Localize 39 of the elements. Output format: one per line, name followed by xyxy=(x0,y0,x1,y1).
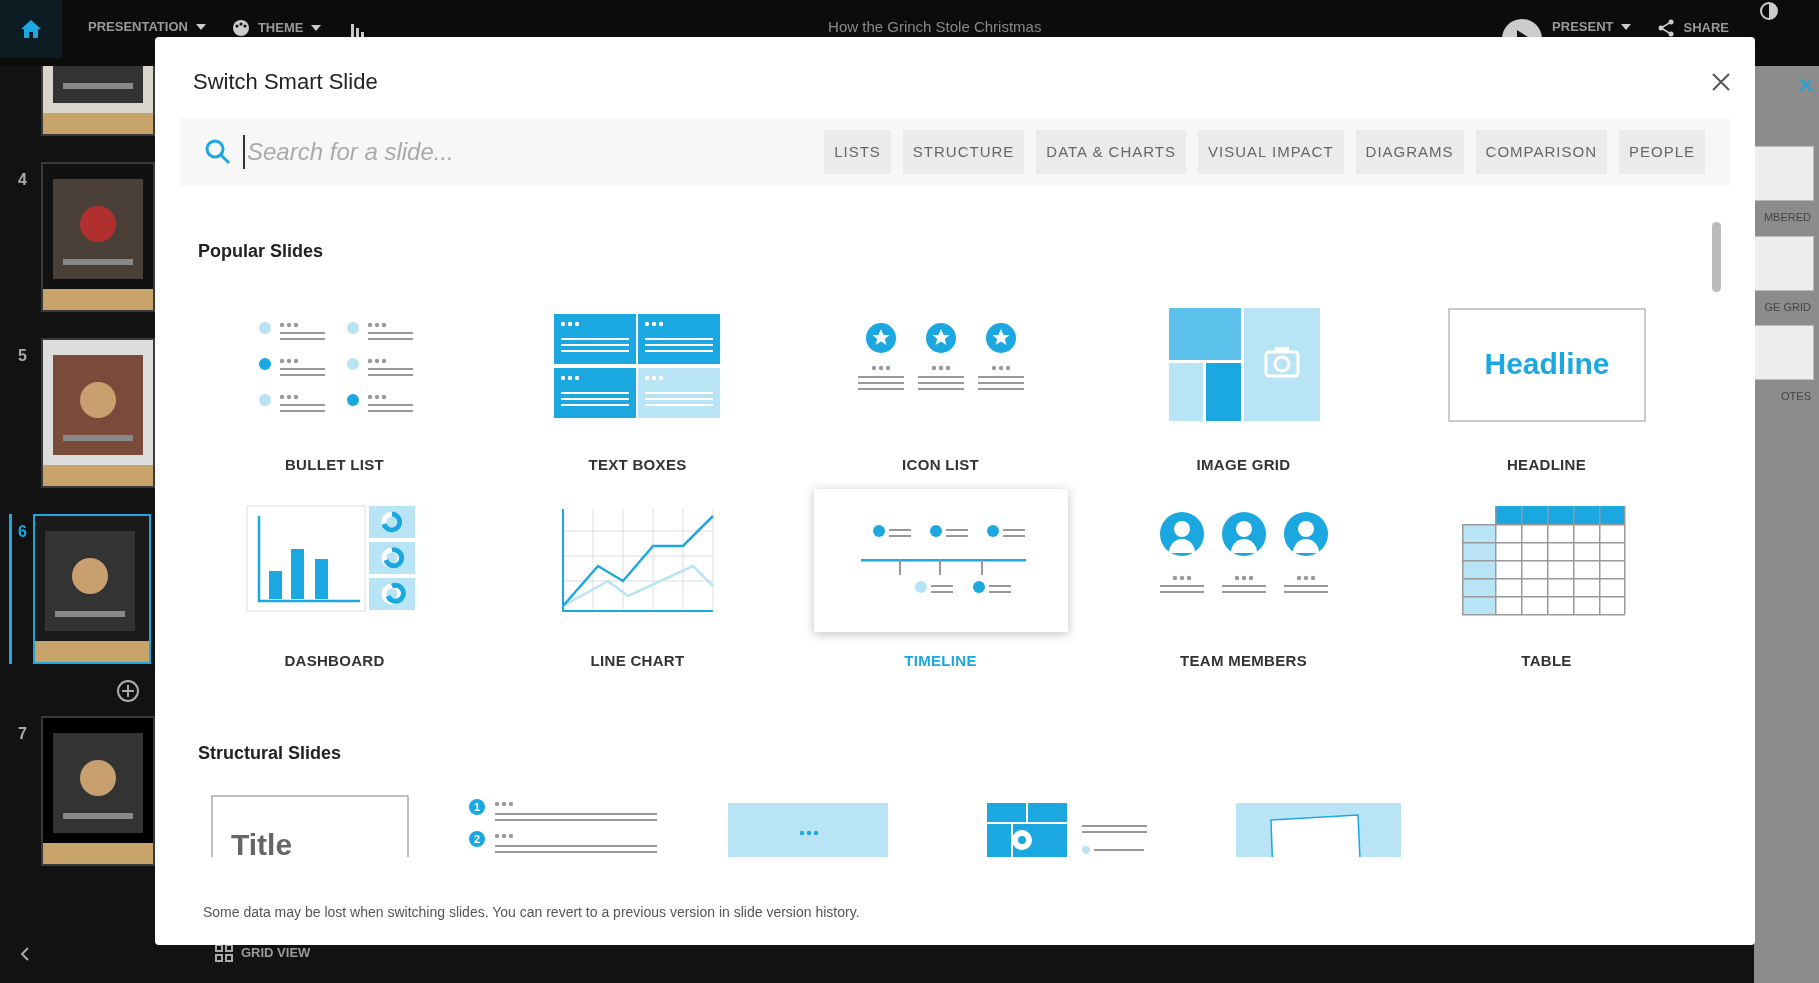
category-button[interactable]: PEOPLE xyxy=(1618,130,1705,174)
category-button[interactable]: STRUCTURE xyxy=(902,130,1025,174)
category-button[interactable]: DATA & CHARTS xyxy=(1036,130,1186,174)
slide-number: 6 xyxy=(9,514,25,664)
layout-label: TEAM MEMBERS xyxy=(1180,650,1307,671)
menu-button[interactable]: PRESENTATION xyxy=(88,19,206,35)
grid-view-button[interactable]: GRID VIEW xyxy=(215,944,311,962)
dialog-title: Switch Smart Slide xyxy=(193,68,378,96)
slide-number: 4 xyxy=(18,170,28,190)
menu-button[interactable]: THEME xyxy=(231,19,322,37)
thumbnail-text: 1 xyxy=(473,801,480,813)
category-button[interactable]: VISUAL IMPACT xyxy=(1198,130,1344,174)
section-heading: Popular Slides xyxy=(198,240,325,263)
share-button[interactable]: SHARE xyxy=(1657,19,1729,37)
layout-label: HEADLINE xyxy=(1506,455,1587,475)
slide-number: 5 xyxy=(18,346,28,366)
layout-label: LINE CHART xyxy=(590,650,685,671)
slide-number: 7 xyxy=(18,724,28,744)
layout-label: IMAGE GRID xyxy=(1196,455,1291,475)
category-button[interactable]: DIAGRAMS xyxy=(1355,130,1464,174)
category-button[interactable]: COMPARISON xyxy=(1475,130,1607,174)
layout-label: OTES xyxy=(1780,389,1812,404)
layout-label: BULLET LIST xyxy=(284,455,385,475)
presentation-title: How the Grinch Stole Christmas xyxy=(827,19,1043,35)
present-button[interactable]: PRESENT xyxy=(1552,19,1632,35)
search-field[interactable]: Search for a slide... xyxy=(243,135,813,169)
layout-label: DASHBOARD xyxy=(284,650,385,671)
layout-label: MBERED xyxy=(1762,210,1812,225)
layout-label: TABLE xyxy=(1521,650,1572,671)
layout-label: ICON LIST xyxy=(902,455,979,475)
thumbnail-text: Headline xyxy=(1484,346,1609,380)
warning-note: Some data may be lost when switching slides. You can revert to a previous version in slide version history. xyxy=(202,903,861,922)
section-heading: Structural Slides xyxy=(198,742,343,765)
layout-label: GE GRID xyxy=(1763,299,1812,315)
thumbnail-text: Title xyxy=(231,828,293,857)
thumbnail-text: 2 xyxy=(473,833,480,845)
category-button[interactable]: LISTS xyxy=(824,130,891,174)
layout-label: TEXT BOXES xyxy=(588,455,687,475)
layout-label: TIMELINE xyxy=(904,650,977,671)
